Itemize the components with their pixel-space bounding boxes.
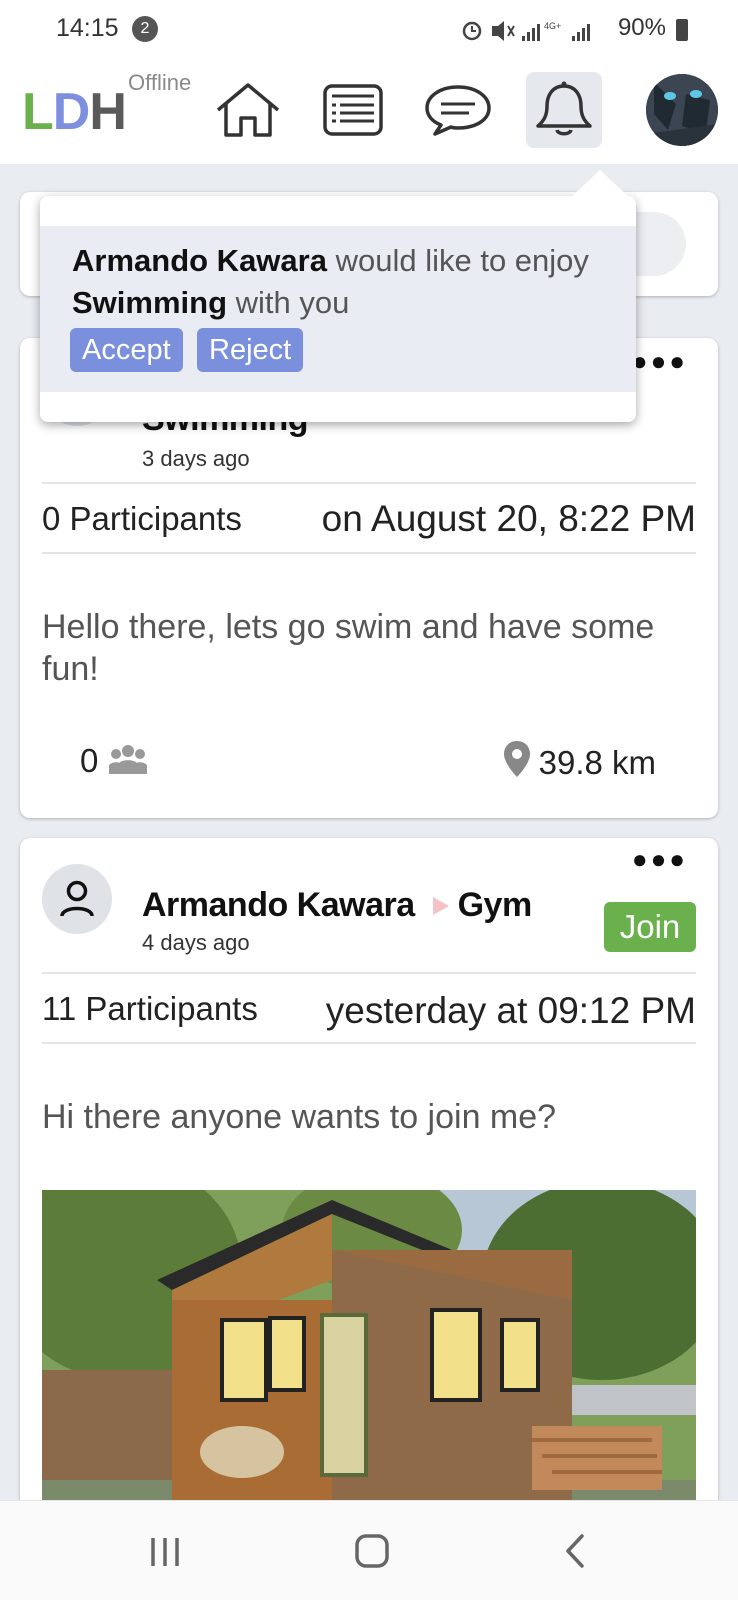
post-author-line: Armando Kawara Gym bbox=[142, 886, 532, 925]
play-arrow-icon bbox=[432, 897, 449, 915]
post-timestamp: 4 days ago bbox=[142, 930, 250, 955]
post-author[interactable]: Armando Kawara bbox=[142, 886, 415, 924]
notification-activity: Swimming bbox=[72, 285, 228, 320]
post-avatar[interactable] bbox=[42, 864, 112, 934]
event-datetime: yesterday at 09:12 PM bbox=[325, 990, 696, 1031]
app-logo[interactable]: LDH bbox=[22, 82, 127, 142]
alarm-signal-icon: 4G+ bbox=[462, 21, 590, 41]
joined-count: 0 bbox=[80, 742, 148, 780]
profile-avatar[interactable] bbox=[646, 74, 718, 146]
divider bbox=[42, 482, 696, 484]
group-icon bbox=[108, 745, 147, 774]
post-timestamp: 3 days ago bbox=[142, 446, 250, 471]
user-icon bbox=[60, 880, 94, 917]
battery-icon bbox=[676, 19, 688, 41]
post-card: ●●● Armando Kawara Gym 4 days ago Join 1… bbox=[20, 838, 718, 1538]
event-datetime: on August 20, 8:22 PM bbox=[321, 498, 696, 539]
nav-notifications-button[interactable] bbox=[526, 72, 602, 148]
status-time: 14:15 bbox=[56, 14, 119, 42]
profile-photo bbox=[646, 74, 718, 146]
join-button[interactable]: Join bbox=[604, 902, 696, 952]
home-nav-icon[interactable] bbox=[354, 1533, 390, 1569]
participants-count: 11 Participants bbox=[42, 990, 258, 1027]
distance: 39.8 km bbox=[503, 740, 656, 782]
post-image[interactable] bbox=[42, 1190, 696, 1538]
system-nav-bar bbox=[0, 1500, 738, 1600]
post-menu-button[interactable]: ●●● bbox=[632, 346, 688, 377]
app-header: LDH Offline bbox=[0, 62, 738, 164]
connection-status: Offline bbox=[128, 70, 192, 95]
post-body: Hello there, lets go swim and have some … bbox=[42, 608, 655, 688]
popup-arrow bbox=[570, 170, 630, 198]
nav-chat-button[interactable] bbox=[420, 72, 496, 148]
screen: 14:15 2 4G+ 90% LDH Offline ●●● 3 days a… bbox=[0, 0, 738, 1600]
feed-icon bbox=[323, 84, 383, 136]
divider bbox=[42, 972, 696, 974]
battery-percent: 90% bbox=[617, 14, 666, 41]
nav-feed-button[interactable] bbox=[315, 72, 391, 148]
reject-button[interactable]: Reject bbox=[197, 328, 304, 372]
chat-icon bbox=[425, 85, 491, 136]
status-icons: 4G+ bbox=[462, 18, 602, 49]
post-activity[interactable]: Gym bbox=[458, 886, 533, 924]
status-bar: 14:15 2 4G+ 90% bbox=[0, 0, 738, 62]
participants-count: 0 Participants bbox=[42, 500, 242, 537]
back-icon[interactable] bbox=[562, 1533, 588, 1569]
post-menu-button[interactable]: ●●● bbox=[632, 844, 688, 875]
divider bbox=[42, 552, 696, 554]
notification-popup: Armando Kawara would like to enjoy Swimm… bbox=[40, 170, 636, 422]
notification-sender: Armando Kawara bbox=[72, 243, 327, 278]
post-body: Hi there anyone wants to join me? bbox=[42, 1098, 557, 1136]
notification-count-badge: 2 bbox=[132, 16, 158, 42]
svg-text:4G+: 4G+ bbox=[544, 21, 561, 31]
nav-home-button[interactable] bbox=[210, 72, 286, 148]
divider bbox=[42, 1042, 696, 1044]
bell-icon bbox=[536, 81, 592, 136]
accept-button[interactable]: Accept bbox=[70, 328, 183, 372]
home-icon bbox=[216, 83, 280, 137]
location-pin-icon bbox=[503, 741, 530, 777]
notification-item[interactable]: Armando Kawara would like to enjoy Swimm… bbox=[40, 226, 636, 392]
tiny-house-photo bbox=[42, 1190, 696, 1538]
recent-apps-icon[interactable] bbox=[148, 1535, 182, 1569]
notification-text: Armando Kawara would like to enjoy Swimm… bbox=[72, 243, 589, 320]
